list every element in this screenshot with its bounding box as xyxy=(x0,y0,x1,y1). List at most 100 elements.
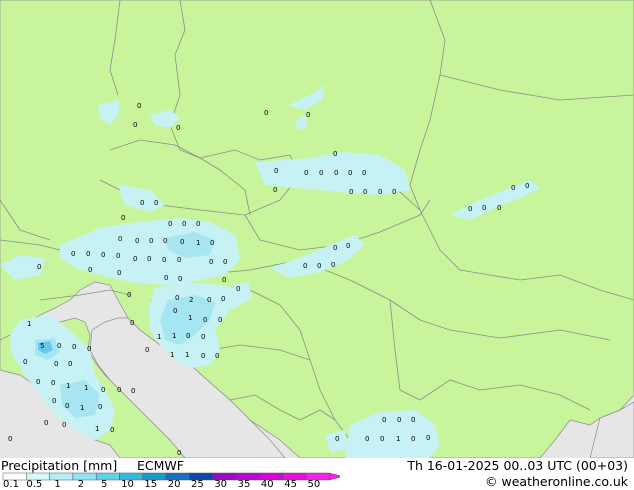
cell-value: 0 xyxy=(130,319,134,327)
cell-value: 0 xyxy=(44,419,48,427)
cell-value: 0 xyxy=(37,263,41,271)
cell-value: 0 xyxy=(98,403,102,411)
cell-value: 0 xyxy=(178,275,182,283)
cell-value: 0 xyxy=(117,386,121,394)
cell-value: 0 xyxy=(411,435,415,443)
cell-value: 0 xyxy=(203,316,207,324)
cell-value: 0 xyxy=(23,358,27,366)
cell-value: 0 xyxy=(304,169,308,177)
cell-value: 0 xyxy=(264,109,268,117)
cell-value: 5 xyxy=(40,342,44,350)
precipitation-map: 0 0 0 0 0 0 0 0 0 0 0 0 0 0 0 0 0 0 0 0 … xyxy=(0,0,634,458)
cell-value: 1 xyxy=(157,333,161,341)
cell-value: 1 xyxy=(396,435,400,443)
cell-value: 0 xyxy=(348,169,352,177)
color-scale-arrow xyxy=(328,472,340,481)
legend-title: Precipitation [mm] xyxy=(1,458,118,473)
cell-value: 0 xyxy=(334,169,338,177)
cell-value: 0 xyxy=(135,237,139,245)
cell-value: 0 xyxy=(317,262,321,270)
cell-value: 0 xyxy=(411,416,415,424)
valid-time: Th 16-01-2025 00..03 UTC (00+03) xyxy=(407,458,628,473)
cell-value: 0 xyxy=(88,266,92,274)
cell-value: 0 xyxy=(86,250,90,258)
cell-value: 0 xyxy=(177,256,181,264)
cell-value: 0 xyxy=(306,111,310,119)
cell-value: 0 xyxy=(201,333,205,341)
color-scale-label: 0.1 xyxy=(3,479,19,490)
color-scale-label: 5 xyxy=(101,479,108,490)
cell-value: 0 xyxy=(118,235,122,243)
cell-value: 0 xyxy=(303,262,307,270)
color-scale-swatch xyxy=(72,472,97,481)
legend-bar: Precipitation [mm] ECMWF Th 16-01-2025 0… xyxy=(0,458,634,490)
color-scale-label: 20 xyxy=(167,479,181,490)
cell-value: 0 xyxy=(8,435,12,443)
color-scale-swatch xyxy=(49,472,74,481)
color-scale-label: 1 xyxy=(54,479,61,490)
cell-value: 0 xyxy=(274,167,278,175)
cell-value: 0 xyxy=(36,378,40,386)
cell-value: 0 xyxy=(382,416,386,424)
cell-value: 0 xyxy=(52,397,56,405)
cell-value: 0 xyxy=(333,244,337,252)
cell-value: 0 xyxy=(273,186,277,194)
cell-value: 0 xyxy=(168,220,172,228)
cell-value: 0 xyxy=(162,256,166,264)
cell-value: 0 xyxy=(51,379,55,387)
cell-value: 0 xyxy=(65,402,69,410)
cell-value: 1 xyxy=(84,384,88,392)
cell-value: 0 xyxy=(215,352,219,360)
cell-value: 0 xyxy=(71,250,75,258)
cell-value: 0 xyxy=(117,269,121,277)
cell-value: 0 xyxy=(62,421,66,429)
color-scale-label: 40 xyxy=(260,479,274,490)
cell-value: 0 xyxy=(164,274,168,282)
cell-value: 0 xyxy=(177,449,181,457)
cell-value: 0 xyxy=(54,360,58,368)
cell-value: 1 xyxy=(27,320,31,328)
cell-value: 0 xyxy=(182,220,186,228)
cell-value: 0 xyxy=(149,237,153,245)
color-scale-label: 10 xyxy=(121,479,134,490)
cell-value: 0 xyxy=(175,294,179,302)
cell-value: 1 xyxy=(66,382,70,390)
cell-value: 0 xyxy=(163,237,167,245)
color-scale-label: 25 xyxy=(191,479,204,490)
cell-value: 0 xyxy=(133,255,137,263)
cell-value: 0 xyxy=(210,239,214,247)
cell-value: 0 xyxy=(145,346,149,354)
color-scale-label: 15 xyxy=(144,479,158,490)
cell-value: 0 xyxy=(319,169,323,177)
cell-value: 0 xyxy=(380,435,384,443)
cell-value: 0 xyxy=(186,332,190,340)
cell-value: 0 xyxy=(137,102,141,110)
color-scale-label: 45 xyxy=(284,479,297,490)
cell-value: 0 xyxy=(223,258,227,266)
color-scale-label: 2 xyxy=(77,479,85,490)
cell-value: 1 xyxy=(185,351,189,359)
cell-value: 0 xyxy=(154,199,158,207)
cell-value: 1 xyxy=(188,314,192,322)
cell-value: 0 xyxy=(397,416,401,424)
color-scale-label: 30 xyxy=(214,479,228,490)
cell-value: 0 xyxy=(482,204,486,212)
color-scale-swatch xyxy=(95,472,120,481)
cell-value: 0 xyxy=(346,242,350,250)
cell-value: 0 xyxy=(221,295,225,303)
cell-value: 0 xyxy=(127,291,131,299)
cell-value: 0 xyxy=(72,343,76,351)
cell-value: 0 xyxy=(222,276,226,284)
cell-value: 0 xyxy=(147,255,151,263)
cell-value: 1 xyxy=(95,425,99,433)
cell-value: 1 xyxy=(196,239,200,247)
cell-value: 0 xyxy=(378,188,382,196)
cell-value: 0 xyxy=(335,435,339,443)
cell-value: 0 xyxy=(57,342,61,350)
cell-value: 0 xyxy=(121,214,125,222)
cell-value: 0 xyxy=(331,261,335,269)
color-scale-label: 50 xyxy=(307,479,321,490)
cell-value: 0 xyxy=(392,188,396,196)
cell-value: 0 xyxy=(110,426,114,434)
cell-value: 1 xyxy=(170,351,174,359)
